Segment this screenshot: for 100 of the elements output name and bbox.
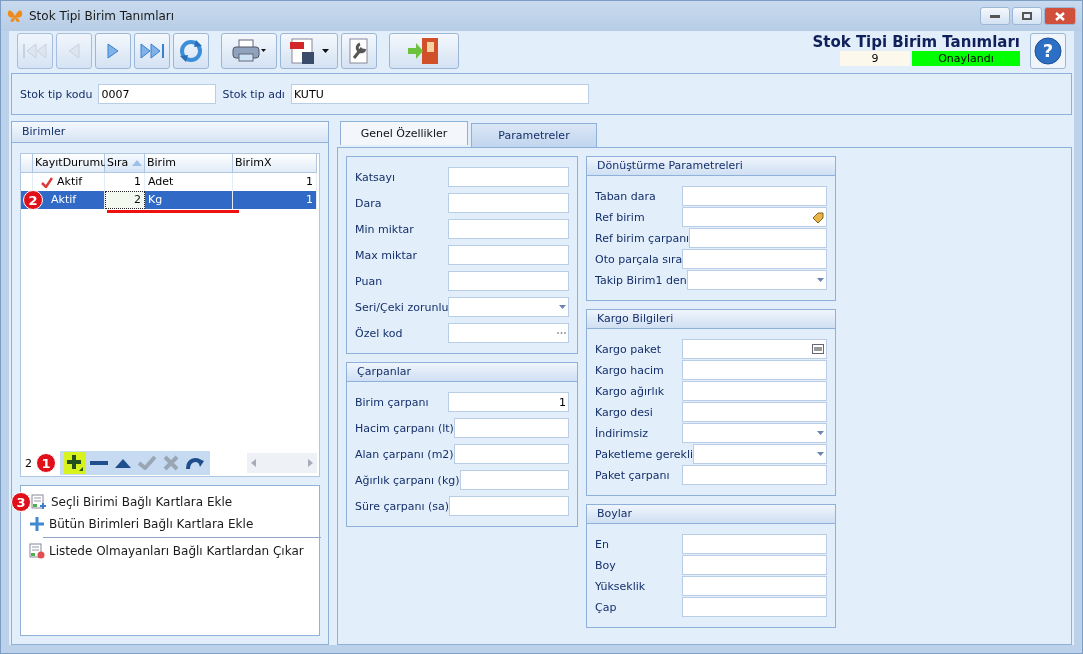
horizontal-scrollbar[interactable] — [247, 453, 317, 473]
input-field[interactable] — [689, 228, 827, 248]
pdf-export-button[interactable] — [280, 33, 338, 69]
input-field[interactable] — [682, 534, 827, 554]
next-button[interactable] — [95, 33, 131, 69]
column-header[interactable]: BirimX — [233, 154, 317, 172]
scroll-right-icon — [308, 459, 313, 467]
input-field[interactable] — [453, 418, 569, 438]
triangle-up-icon — [115, 458, 131, 468]
input-field[interactable] — [682, 597, 827, 617]
input-field[interactable] — [448, 271, 569, 291]
record-number: 9 — [840, 51, 910, 66]
field-label: Kargo paket — [595, 342, 662, 356]
add-button[interactable] — [64, 452, 86, 474]
group-title: Çarpanlar — [347, 363, 577, 382]
input-field[interactable] — [682, 465, 827, 485]
input-field[interactable] — [448, 219, 569, 239]
maximize-button[interactable] — [1012, 7, 1042, 25]
dropdown-field[interactable] — [448, 297, 569, 317]
dropdown-arrow-icon — [817, 431, 824, 435]
dropdown-arrow-icon — [817, 278, 824, 282]
input-field[interactable] — [459, 470, 569, 490]
tab[interactable]: Genel Özellikler — [340, 121, 468, 145]
print-button[interactable] — [221, 33, 277, 69]
field-label: Boy — [595, 558, 616, 572]
field-label: Min miktar — [355, 222, 414, 236]
field-label: Kargo desi — [595, 405, 653, 419]
field-label: Takip Birim1 den — [595, 273, 687, 287]
plus-icon — [66, 454, 84, 472]
field-label: Özel kod — [355, 326, 403, 340]
dropdown-field[interactable] — [693, 444, 827, 464]
exit-button[interactable] — [389, 33, 459, 69]
input-field[interactable] — [682, 381, 827, 401]
field-label: Alan çarpanı (m2) — [355, 447, 454, 461]
input-field[interactable] — [448, 193, 569, 213]
field-label: Puan — [355, 274, 383, 288]
settings-button[interactable] — [341, 33, 377, 69]
input-field[interactable] — [682, 249, 827, 269]
lookup-field[interactable] — [448, 323, 569, 343]
panel-title: Birimler — [12, 122, 328, 143]
table-cell: Kg — [145, 191, 233, 209]
field-label: Ref birim çarpanı — [595, 231, 690, 245]
minus-icon — [90, 461, 108, 465]
barcode-icon — [812, 344, 824, 354]
input-field[interactable] — [449, 496, 569, 516]
column-header[interactable]: Sıra — [105, 154, 145, 172]
minimize-button[interactable] — [980, 7, 1010, 25]
lookup-field[interactable] — [682, 207, 827, 227]
last-record-button[interactable] — [134, 33, 170, 69]
field-label: Süre çarpanı (sa) — [355, 499, 450, 513]
field-label: Paketleme gerekli — [595, 447, 694, 461]
window-title: Stok Tipi Birim Tanımları — [29, 9, 175, 23]
input-field[interactable] — [453, 444, 569, 464]
field-label: İndirimsiz — [595, 426, 649, 440]
table-cell: 2 — [105, 191, 145, 209]
group-title: Kargo Bilgileri — [587, 310, 835, 329]
group-title: Dönüştürme Parametreleri — [587, 157, 835, 176]
input-field[interactable] — [682, 402, 827, 422]
field-label: Seri/Çeki zorunlu — [355, 300, 449, 314]
input-field[interactable] — [448, 167, 569, 187]
field-label: Katsayı — [355, 170, 396, 184]
input-field[interactable] — [682, 576, 827, 596]
input-field[interactable]: KUTU — [290, 84, 589, 104]
butterfly-icon — [7, 9, 23, 23]
field-label: Ref birim — [595, 210, 645, 224]
input-field[interactable]: 0007 — [98, 84, 217, 104]
maximize-icon — [1022, 12, 1032, 20]
pdf-save-icon — [289, 37, 329, 65]
tab[interactable]: Parametreler — [471, 123, 597, 147]
plus-icon — [29, 516, 45, 532]
next-icon — [105, 41, 121, 61]
field-label: Kargo ağırlık — [595, 384, 665, 398]
close-icon — [1055, 11, 1065, 21]
refresh-icon — [178, 38, 204, 64]
action-link[interactable]: Listede Olmayanları Bağlı Kartlardan Çıkar — [23, 541, 311, 561]
input-field[interactable] — [682, 186, 827, 206]
dropdown-arrow-icon — [817, 452, 824, 456]
action-link[interactable]: Seçli Birimi Bağlı Kartlara Ekle — [31, 492, 233, 512]
dropdown-field[interactable] — [686, 270, 827, 290]
input-field[interactable] — [682, 555, 827, 575]
group-title: Boylar — [587, 505, 835, 524]
field-label: Birim çarpanı — [355, 395, 429, 409]
minimize-icon — [990, 14, 1000, 18]
field-label: Taban dara — [595, 189, 656, 203]
last-record-icon — [138, 41, 166, 61]
dropdown-field[interactable] — [682, 423, 827, 443]
previous-icon — [66, 41, 82, 61]
refresh-button[interactable] — [173, 33, 209, 69]
action-link[interactable]: Bütün Birimleri Bağlı Kartlara Ekle — [23, 514, 311, 534]
input-field[interactable] — [682, 360, 827, 380]
table-cell: 1 — [233, 191, 317, 209]
form-title: Stok Tipi Birim Tanımları — [812, 33, 1020, 51]
close-button[interactable] — [1044, 7, 1076, 25]
barcode-field[interactable] — [682, 339, 827, 359]
input-field[interactable]: 1 — [448, 392, 569, 412]
field-label: En — [595, 537, 609, 551]
field-label: Max miktar — [355, 248, 417, 262]
field-label: Stok tip adı — [222, 87, 285, 101]
input-field[interactable] — [448, 245, 569, 265]
column-header[interactable]: Birim — [145, 154, 233, 172]
